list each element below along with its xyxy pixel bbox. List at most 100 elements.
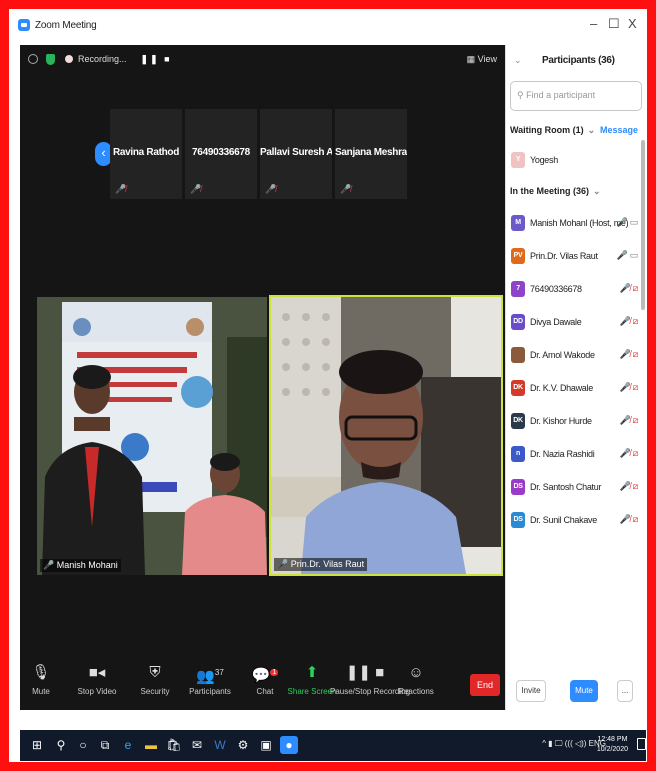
security-button[interactable]: ⛨ Security — [135, 661, 175, 696]
view-button[interactable]: ▦ View — [467, 54, 497, 65]
thumbnail-name: 76490336678 — [192, 147, 250, 158]
stop-video-button[interactable]: ■◂ Stop Video — [72, 661, 122, 696]
video-name-label: 🎤 Prin.Dr. Vilas Raut — [274, 558, 368, 571]
muted-mic-and-video-icon[interactable]: 🎤̸ ⧄ — [620, 382, 639, 393]
muted-mic-and-video-icon[interactable]: 🎤̸ ⧄ — [620, 481, 639, 492]
participant-row[interactable]: DK Dr. K.V. Dhawale 🎤̸ ⧄ — [506, 371, 646, 404]
participant-row[interactable]: PV Prin.Dr. Vilas Raut 🎤 ▭ — [506, 239, 646, 272]
participant-row[interactable]: DK Dr. Kishor Hurde 🎤̸ ⧄ — [506, 404, 646, 437]
thumbnail-tile[interactable]: 76490336678 🎤̸ — [185, 109, 257, 199]
store-icon[interactable]: 🛍 — [165, 736, 183, 754]
minimize-button[interactable]: – — [590, 16, 597, 31]
participants-label: Participants — [189, 687, 231, 696]
video-tile-manish[interactable]: 🎤 Manish Mohani — [37, 297, 267, 575]
participant-row[interactable]: M Manish Mohanl (Host, me) 🎤 ▭ — [506, 206, 646, 239]
thumbnail-tile[interactable]: Pallavi Suresh A... 🎤̸ — [260, 109, 332, 199]
thumbnail-tile[interactable]: Ravina Rathod 🎤̸ — [110, 109, 182, 199]
waiting-participant-row[interactable]: Y Yogesh — [506, 143, 646, 176]
app-icon[interactable]: ▣ — [257, 736, 275, 754]
mail-icon[interactable]: ✉ — [188, 736, 206, 754]
chevron-down-icon: ⌄ — [593, 185, 601, 196]
recording-controls[interactable]: ❚❚ ■ — [141, 54, 172, 65]
video-area: Recording... ❚❚ ■ ▦ View ‹ Ravina Rathod… — [20, 45, 505, 710]
in-meeting-label: In the Meeting (36) — [510, 186, 590, 196]
muted-mic-icon: 🎤̸ — [340, 184, 352, 194]
muted-mic-and-video-icon[interactable]: 🎤̸ ⧄ — [620, 415, 639, 426]
panel-header: ⌄ Participants (36) — [506, 45, 646, 75]
chat-label: Chat — [256, 687, 274, 696]
muted-mic-icon: 🎤̸ — [265, 184, 277, 194]
in-meeting-header[interactable]: In the Meeting (36) ⌄ — [506, 182, 646, 200]
thumbnail-name: Ravina Rathod — [112, 147, 180, 158]
participants-button[interactable]: 👥37 Participants — [185, 661, 235, 696]
search-icon[interactable]: ⚲ — [52, 736, 70, 754]
mute-all-button[interactable]: Mute All — [570, 680, 598, 715]
participant-search-input[interactable]: ⚲ Find a participant — [510, 81, 642, 111]
participant-row[interactable]: n Dr. Nazia Rashidi 🎤̸ ⧄ — [506, 437, 646, 470]
video-tile-vilas[interactable]: 🎤 Prin.Dr. Vilas Raut — [269, 295, 503, 576]
reactions-label: Reactions — [398, 687, 434, 696]
chat-bubble-icon: 💬 1 — [251, 667, 279, 684]
view-label: View — [477, 54, 497, 64]
participant-row[interactable]: DS Dr. Santosh Chatur 🎤̸ ⧄ — [506, 470, 646, 503]
settings-gear-icon[interactable]: ⚙ — [234, 736, 252, 754]
muted-mic-icon: 🎤̸ — [190, 184, 202, 194]
mic-and-video-icon[interactable]: 🎤 ▭ — [617, 217, 639, 228]
participant-row[interactable]: 7 76490336678 🎤̸ ⧄ — [506, 272, 646, 305]
zoom-logo-icon — [18, 19, 30, 31]
encryption-shield-icon[interactable] — [46, 53, 55, 65]
invite-button[interactable]: Invite — [516, 680, 546, 702]
participant-row[interactable]: Dr. Amol Wakode 🎤̸ ⧄ — [506, 338, 646, 371]
muted-mic-and-video-icon[interactable]: 🎤̸ ⧄ — [620, 316, 639, 327]
collapse-chevron-icon[interactable]: ⌄ — [514, 55, 542, 66]
microphone-icon: 🎙 — [31, 664, 51, 681]
search-placeholder: Find a participant — [526, 90, 596, 100]
muted-mic-and-video-icon[interactable]: 🎤̸ ⧄ — [620, 283, 639, 294]
zoom-window: Zoom Meeting – ☐ X Recording... ❚❚ ■ ▦ V… — [10, 10, 646, 761]
security-label: Security — [140, 687, 170, 696]
avatar: DK — [511, 379, 525, 396]
word-icon[interactable]: W — [211, 736, 229, 754]
clock[interactable]: 12:48 PM 10/2/2020 — [597, 735, 628, 755]
participant-name: 76490336678 — [530, 283, 582, 294]
window-title: Zoom Meeting — [35, 19, 97, 31]
clock-date: 10/2/2020 — [596, 746, 628, 753]
mic-and-video-icon[interactable]: 🎤 ▭ — [617, 250, 639, 261]
file-explorer-icon[interactable]: ▬ — [142, 736, 160, 754]
waiting-room-label: Waiting Room (1) — [510, 125, 584, 135]
end-meeting-button[interactable]: End — [470, 674, 500, 696]
chevron-down-icon: ⌄ — [587, 124, 596, 135]
chat-button[interactable]: 💬 1 Chat — [245, 661, 285, 696]
mute-button[interactable]: 🎙 Mute — [26, 661, 56, 696]
participant-name: Manish Mohanl (Host, me) — [530, 217, 629, 228]
video-camera-icon: ■◂ — [88, 664, 106, 681]
participants-count: 37 — [214, 668, 224, 677]
message-link[interactable]: Message — [600, 125, 638, 135]
edge-browser-icon[interactable]: e — [119, 736, 137, 754]
muted-mic-and-video-icon[interactable]: 🎤̸ ⧄ — [620, 448, 639, 459]
task-view-icon[interactable]: ⧉ — [96, 736, 114, 754]
more-options-button[interactable]: ... — [617, 680, 633, 702]
waiting-room-header[interactable]: Waiting Room (1) ⌄ Message — [506, 121, 646, 139]
participant-row[interactable]: DD Divya Dawale 🎤̸ ⧄ — [506, 305, 646, 338]
thumbnail-tile[interactable]: Sanjana Meshram 🎤̸ — [335, 109, 407, 199]
muted-mic-and-video-icon[interactable]: 🎤̸ ⧄ — [620, 514, 639, 525]
avatar: DS — [511, 478, 525, 495]
panel-footer: Invite Mute All ... — [506, 676, 646, 715]
maximize-button[interactable]: ☐ — [608, 16, 620, 32]
notifications-icon[interactable] — [637, 738, 646, 750]
reactions-button[interactable]: ☺ Reactions — [396, 661, 436, 696]
windows-start-icon[interactable]: ⊞ — [28, 736, 46, 754]
avatar: Y — [511, 151, 525, 168]
mute-label: Mute — [32, 687, 50, 696]
cortana-icon[interactable]: ○ — [74, 736, 92, 754]
close-button[interactable]: X — [628, 16, 637, 31]
participant-row[interactable]: DS Dr. Sunil Chakave 🎤̸ ⧄ — [506, 503, 646, 536]
zoom-app-icon[interactable]: ● — [280, 736, 298, 754]
avatar: DS — [511, 511, 525, 528]
info-icon[interactable] — [28, 54, 38, 64]
muted-mic-and-video-icon[interactable]: 🎤̸ ⧄ — [620, 349, 639, 360]
pause-stop-recording-button[interactable]: ❚❚ ■ Pause/Stop Recording — [330, 661, 410, 696]
panel-scrollbar[interactable] — [641, 140, 645, 310]
thumbnail-name: Sanjana Meshram — [335, 147, 407, 158]
